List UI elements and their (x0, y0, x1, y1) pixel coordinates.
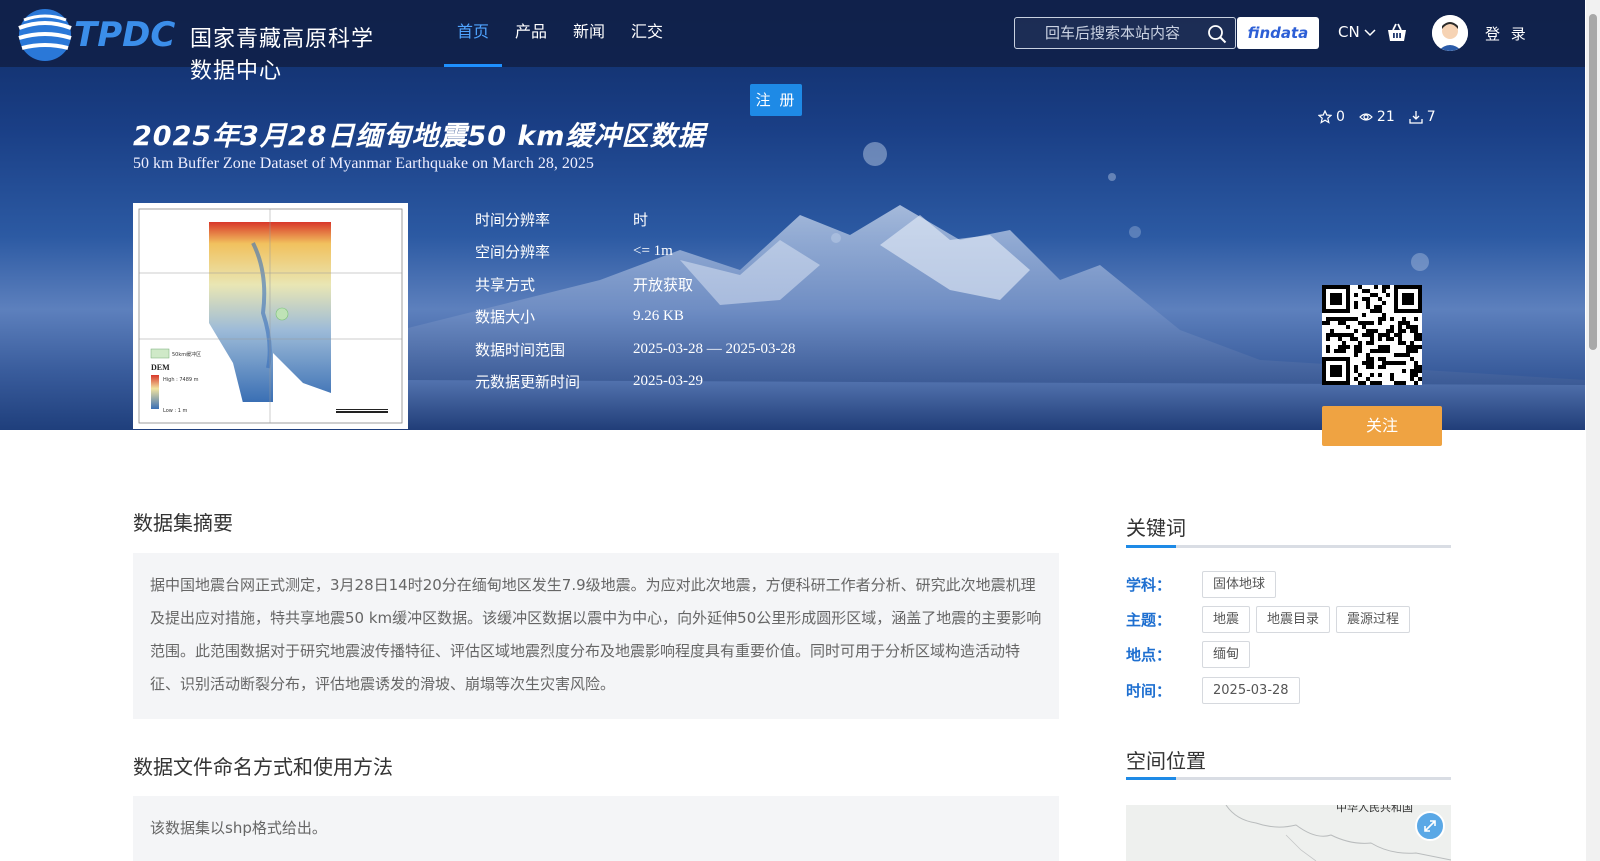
meta-key-time-range: 数据时间范围 (475, 340, 566, 359)
spatial-divider (1126, 777, 1451, 780)
keyword-row-place: 地点： 缅甸 (1126, 641, 1256, 668)
meta-key-size: 数据大小 (475, 308, 536, 327)
meta-key-sharing: 共享方式 (475, 275, 536, 294)
globe-logo-icon (18, 9, 72, 61)
meta-row: 数据大小 9.26 KB (475, 301, 795, 334)
language-switch[interactable]: CN (1338, 23, 1377, 41)
site-logo[interactable]: TPDC 国家青藏高原科学数据中心 (14, 4, 394, 84)
legend-high-label: High : 7489 m (163, 377, 199, 383)
dataset-meta: 时间分辨率 时 空间分辨率 <= 1m 共享方式 开放获取 数据大小 9.26 … (475, 203, 795, 398)
nav-news[interactable]: 新闻 (560, 0, 618, 67)
meta-row: 元数据更新时间 2025-03-29 (475, 366, 795, 399)
dem-map-image: 50km缓冲区 DEM High : 7489 m Low : 1 m (138, 208, 403, 424)
dataset-thumbnail[interactable]: 50km缓冲区 DEM High : 7489 m Low : 1 m (133, 203, 408, 429)
keyword-tag[interactable]: 地震 (1202, 606, 1251, 633)
cart-icon[interactable] (1386, 22, 1408, 44)
meta-value-time-range: 2025-03-28 — 2025-03-28 (633, 340, 796, 357)
view-count: 21 (1359, 109, 1395, 125)
meta-row: 时间分辨率 时 (475, 203, 795, 236)
naming-text: 该数据集以shp格式给出。 (150, 819, 327, 837)
star-count-value: 0 (1336, 109, 1345, 125)
legend-dem-label: DEM (151, 363, 170, 372)
expand-icon (1424, 820, 1436, 832)
nav-submit[interactable]: 汇交 (618, 0, 676, 67)
keywords-divider (1126, 545, 1451, 548)
meta-row: 空间分辨率 <= 1m (475, 236, 795, 269)
keyword-tag[interactable]: 固体地球 (1202, 571, 1277, 598)
tpdc-logo-mark: TPDC (74, 16, 175, 52)
meta-value-size: 9.26 KB (633, 308, 684, 325)
search-icon[interactable] (1207, 24, 1227, 44)
meta-key-spatial-resolution: 空间分辨率 (475, 243, 551, 262)
star-icon (1318, 110, 1332, 124)
abstract-title: 数据集摘要 (133, 511, 233, 535)
meta-value-time-resolution: 时 (633, 212, 649, 229)
qr-code (1322, 285, 1422, 385)
main-nav: 首页 产品 新闻 汇交 (444, 0, 676, 67)
findata-button[interactable]: findata (1237, 17, 1319, 49)
naming-box: 该数据集以shp格式给出。 (133, 796, 1059, 861)
map-country-label: 中华人民共和国 (1336, 805, 1413, 814)
meta-value-spatial-resolution: <= 1m (633, 243, 673, 260)
meta-value-sharing: 开放获取 (633, 277, 694, 294)
eye-icon (1359, 113, 1373, 121)
spatial-title: 空间位置 (1126, 749, 1206, 773)
top-navigation-bar: TPDC 国家青藏高原科学数据中心 首页 产品 新闻 汇交 findata CN (0, 0, 1585, 84)
meta-key-time-resolution: 时间分辨率 (475, 210, 551, 229)
dataset-title: 2025年3月28日缅甸地震50 km缓冲区数据 (133, 121, 706, 152)
legend-buffer-label: 50km缓冲区 (172, 351, 201, 358)
view-count-value: 21 (1376, 109, 1395, 125)
keyword-label: 主题： (1126, 611, 1172, 629)
spatial-map[interactable]: 中华人民共和国 (1126, 805, 1451, 861)
follow-button[interactable]: 关注 (1322, 406, 1442, 446)
abstract-text: 据中国地震台网正式测定，3月28日14时20分在缅甸地区发生7.9级地震。为应对… (150, 576, 1042, 693)
page: TPDC 国家青藏高原科学数据中心 首页 产品 新闻 汇交 findata CN (0, 0, 1600, 861)
star-count[interactable]: 0 (1318, 109, 1345, 125)
site-name: 国家青藏高原科学数据中心 (190, 27, 375, 84)
meta-row: 共享方式 开放获取 (475, 268, 795, 301)
naming-title: 数据文件命名方式和使用方法 (133, 755, 393, 779)
keyword-label: 学科： (1126, 576, 1172, 594)
keyword-tag[interactable]: 缅甸 (1202, 641, 1251, 668)
search-box (1014, 17, 1236, 49)
nav-products[interactable]: 产品 (502, 0, 560, 67)
meta-row: 数据时间范围 2025-03-28 — 2025-03-28 (475, 333, 795, 366)
qr-code-icon (1322, 285, 1422, 385)
fullscreen-map-button[interactable] (1415, 811, 1445, 841)
location-map-image: 中华人民共和国 (1225, 805, 1451, 861)
meta-value-updated: 2025-03-29 (633, 373, 703, 390)
findata-logo-text: findata (1247, 24, 1309, 42)
keyword-label: 地点： (1126, 646, 1172, 664)
avatar[interactable] (1432, 15, 1468, 51)
legend-low-label: Low : 1 m (163, 408, 187, 414)
keyword-label: 时间： (1126, 682, 1172, 700)
language-label: CN (1338, 23, 1360, 41)
download-icon (1409, 111, 1423, 124)
keyword-tag[interactable]: 2025-03-28 (1202, 677, 1300, 704)
register-button[interactable]: 注 册 (750, 84, 802, 116)
dataset-stats: 0 21 7 (1318, 109, 1436, 125)
keyword-row-time: 时间： 2025-03-28 (1126, 677, 1306, 704)
svg-text:TPDC: TPDC (74, 16, 175, 52)
user-avatar-icon (1432, 15, 1468, 51)
download-count-value: 7 (1426, 109, 1436, 125)
keyword-row-discipline: 学科： 固体地球 (1126, 571, 1282, 598)
keyword-tag[interactable]: 地震目录 (1256, 606, 1331, 633)
keyword-row-theme: 主题： 地震 地震目录 震源过程 (1126, 606, 1416, 633)
abstract-box: 据中国地震台网正式测定，3月28日14时20分在缅甸地区发生7.9级地震。为应对… (133, 553, 1059, 719)
download-count: 7 (1409, 109, 1436, 125)
scrollbar[interactable] (1586, 0, 1600, 861)
nav-home[interactable]: 首页 (444, 0, 503, 67)
search-input[interactable] (1015, 18, 1195, 48)
chevron-down-icon (1364, 29, 1377, 37)
dataset-title-en: 50 km Buffer Zone Dataset of Myanmar Ear… (133, 155, 594, 172)
meta-key-updated: 元数据更新时间 (475, 373, 581, 392)
keyword-tag[interactable]: 震源过程 (1336, 606, 1411, 633)
scrollbar-thumb[interactable] (1589, 14, 1597, 350)
login-link[interactable]: 登 录 (1485, 23, 1529, 44)
keywords-title: 关键词 (1126, 516, 1186, 540)
